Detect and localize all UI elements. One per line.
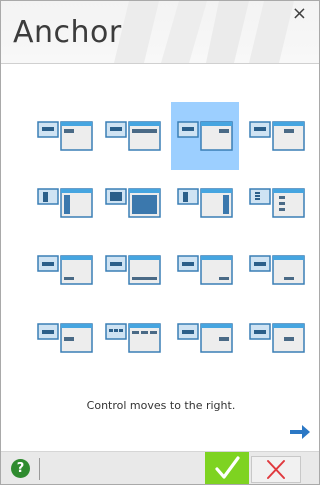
anchor-option-15[interactable] <box>171 304 239 372</box>
anchor-right-stretch-icon <box>177 188 233 218</box>
anchor-top-left-icon <box>37 121 93 151</box>
arrow-right-icon[interactable] <box>288 422 312 442</box>
anchor-bottom-left-icon <box>37 255 93 285</box>
ok-button[interactable] <box>205 452 249 484</box>
anchor-option-2[interactable] <box>99 102 167 170</box>
status-text: Control moves to the right. <box>86 399 236 412</box>
anchor-option-13[interactable] <box>31 304 99 372</box>
anchor-option-14[interactable] <box>99 304 167 372</box>
dialog-header: Anchor × <box>1 1 319 64</box>
anchor-top-center-icon <box>249 121 305 151</box>
help-button[interactable]: ? <box>11 459 30 478</box>
check-icon <box>215 456 240 479</box>
anchor-option-10[interactable] <box>99 236 167 304</box>
anchor-option-9[interactable] <box>31 236 99 304</box>
anchor-option-4[interactable] <box>243 102 311 170</box>
cancel-button[interactable] <box>251 456 301 483</box>
dialog-title: Anchor <box>13 15 122 50</box>
anchor-option-8[interactable] <box>243 169 311 237</box>
anchor-option-3[interactable] <box>171 102 239 170</box>
anchor-bottom-stretch-icon <box>105 255 161 285</box>
anchor-middle-right-icon <box>177 323 233 353</box>
anchor-fill-icon <box>105 188 161 218</box>
close-icon[interactable]: × <box>292 5 307 23</box>
anchor-top-right-icon <box>177 121 233 151</box>
anchor-option-16[interactable] <box>243 304 311 372</box>
anchor-middle-left-icon <box>37 323 93 353</box>
anchor-option-1[interactable] <box>31 102 99 170</box>
x-icon <box>267 460 285 479</box>
anchor-bottom-right-icon <box>177 255 233 285</box>
header-decoration <box>114 1 294 63</box>
anchor-option-5[interactable] <box>31 169 99 237</box>
anchor-vertical-distribute-icon <box>249 188 305 218</box>
anchor-center-icon <box>249 323 305 353</box>
dialog-footer: ? <box>1 451 319 484</box>
anchor-option-6[interactable] <box>99 169 167 237</box>
anchor-top-stretch-icon <box>105 121 161 151</box>
anchor-top-distribute-icon <box>105 323 161 353</box>
anchor-dialog: Anchor × Control moves to the right. ? <box>0 0 320 485</box>
anchor-option-12[interactable] <box>243 236 311 304</box>
anchor-option-11[interactable] <box>171 236 239 304</box>
anchor-bottom-center-icon <box>249 255 305 285</box>
footer-divider <box>39 458 40 480</box>
anchor-left-stretch-icon <box>37 188 93 218</box>
anchor-option-7[interactable] <box>171 169 239 237</box>
